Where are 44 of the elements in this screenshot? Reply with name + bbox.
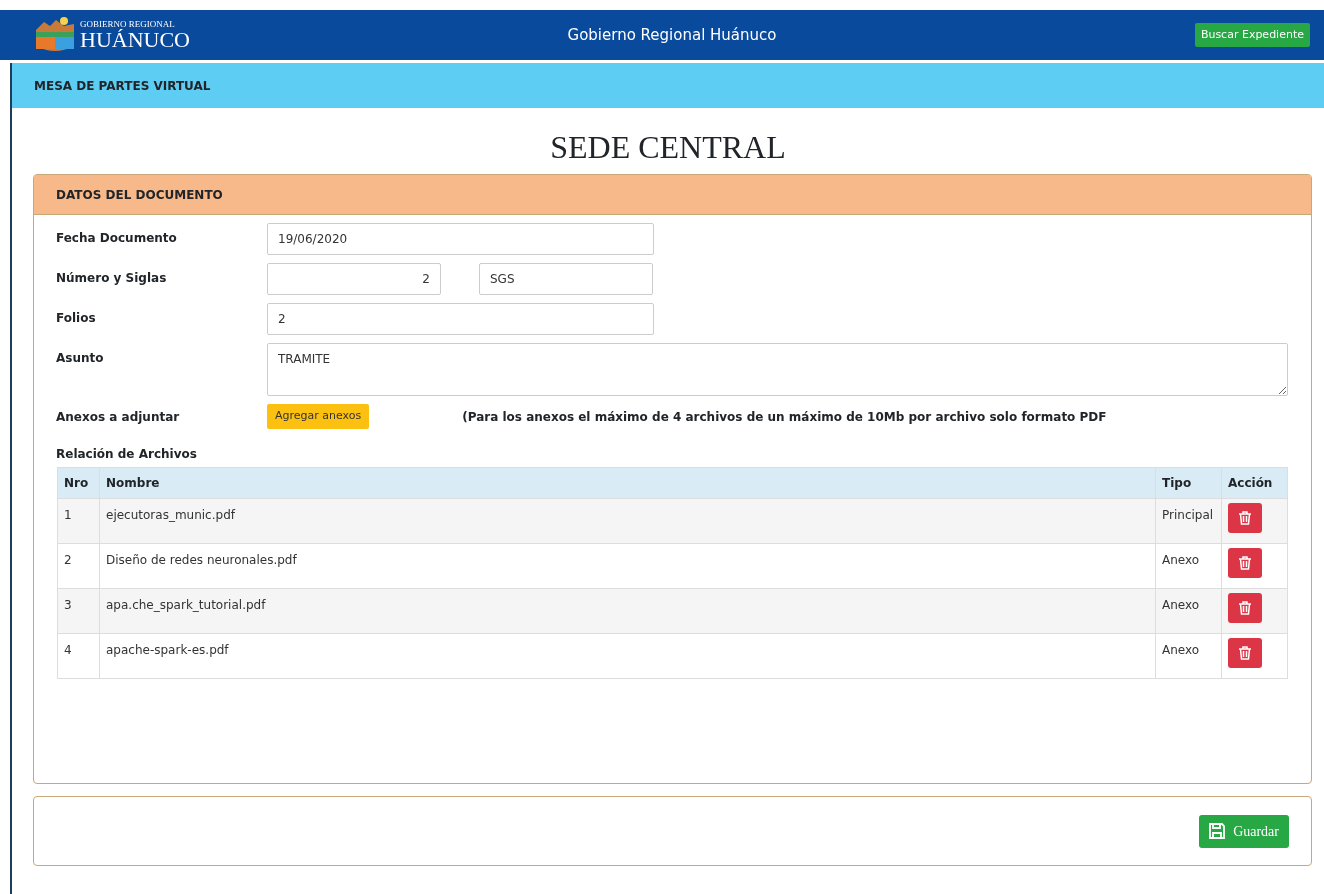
add-annex-button[interactable]: Agregar anexos: [267, 404, 370, 429]
table-cell: apache-spark-es.pdf: [99, 633, 1156, 679]
card-title: DATOS DEL DOCUMENTO: [56, 186, 223, 204]
trash-icon: [1237, 644, 1253, 661]
table-cell: apa.che_spark_tutorial.pdf: [99, 588, 1156, 634]
table-cell: Anexo: [1155, 543, 1222, 589]
input-field[interactable]: TRAMITE: [267, 343, 1288, 397]
logo-text: HUÁNUCO: [80, 28, 190, 51]
input-field[interactable]: SGS: [479, 263, 653, 296]
logo-text: GOBIERNO REGIONAL: [80, 19, 175, 29]
delete-button[interactable]: [1228, 502, 1262, 533]
table-cell: 1: [57, 498, 100, 544]
column-header: Tipo: [1155, 467, 1222, 499]
table-cell: Principal: [1155, 498, 1222, 544]
emblem-icon: [34, 16, 76, 54]
files-title: Relación de Archivos: [55, 445, 198, 463]
column-header: Nombre: [99, 467, 1156, 499]
input-field[interactable]: 2: [267, 303, 654, 336]
field-label: Fecha Documento: [55, 230, 178, 248]
field-label: Asunto: [55, 350, 105, 368]
table-cell: ejecutoras_munic.pdf: [99, 498, 1156, 544]
trash-icon: [1237, 509, 1253, 526]
field-label: Folios: [55, 310, 97, 328]
delete-button[interactable]: [1228, 592, 1262, 623]
table-cell: Anexo: [1155, 633, 1222, 679]
input-field[interactable]: 2: [267, 263, 441, 296]
site-title: Gobierno Regional Huánuco: [567, 24, 777, 46]
table-cell: 3: [57, 588, 100, 634]
section-title: MESA DE PARTES VIRTUAL: [34, 77, 211, 95]
delete-button[interactable]: [1228, 547, 1262, 578]
trash-icon: [1237, 554, 1253, 571]
page-heading: SEDE CENTRAL: [549, 128, 787, 167]
input-field[interactable]: 19/06/2020: [267, 223, 654, 256]
field-label: Número y Siglas: [55, 270, 168, 288]
table-cell: 4: [57, 633, 100, 679]
table-cell: Anexo: [1155, 588, 1222, 634]
annex-note: (Para los anexos el máximo de 4 archivos de un máximo de 10Mb por archivo solo formato PDF: [462, 408, 1107, 426]
trash-icon: [1237, 599, 1253, 616]
table-cell: Diseño de redes neuronales.pdf: [99, 543, 1156, 589]
field-label: Anexos a adjuntar: [55, 408, 181, 426]
column-header: Acción: [1221, 467, 1288, 499]
table-cell: 2: [57, 543, 100, 589]
column-header: Nro: [57, 467, 100, 499]
delete-button[interactable]: [1228, 637, 1262, 668]
